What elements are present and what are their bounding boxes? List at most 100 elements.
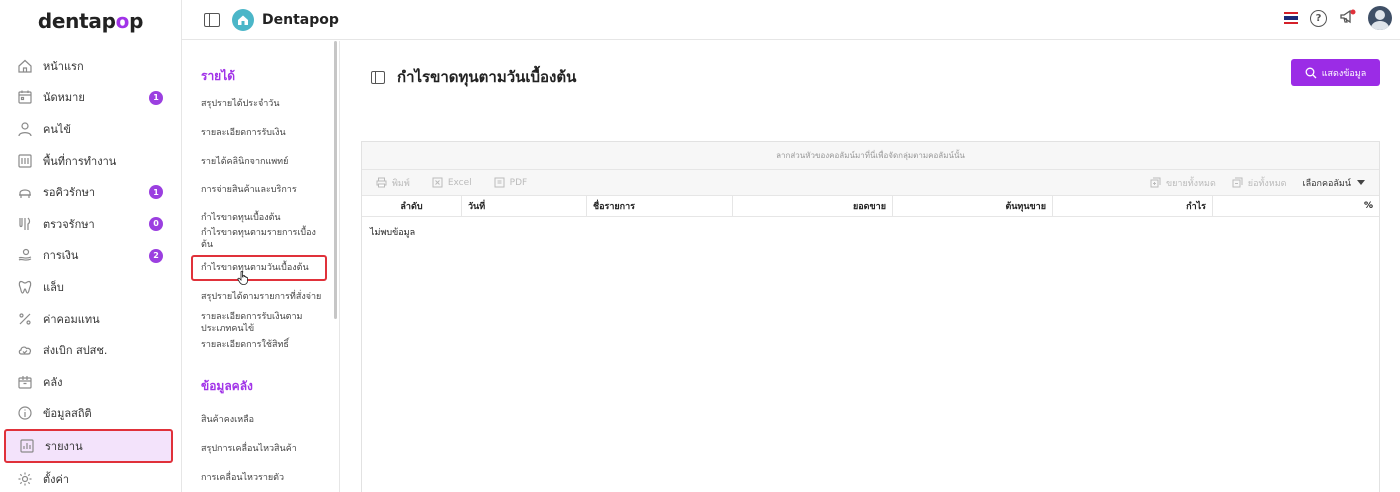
report-item-label: สรุปรายได้ตามรายการที่สั่งจ่าย — [201, 292, 322, 302]
search-icon — [1305, 67, 1317, 78]
dental-tools-icon — [16, 215, 34, 233]
gear-icon — [16, 470, 34, 488]
report-menu-scrollbar[interactable] — [334, 41, 337, 319]
home-icon — [238, 15, 248, 25]
sidebar-item-label: รอคิวรักษา — [43, 186, 96, 200]
report-menu: รายได้ สรุปรายได้ประจำวัน รายละเอียดการรั… — [182, 41, 340, 492]
clinic-logo — [232, 8, 254, 31]
sidebar-item-3[interactable]: คนไข้ — [0, 113, 181, 145]
main-content: กำไรขาดทุนตามวันเบื้องต้น แสดงข้อมูล ลาก… — [341, 41, 1400, 492]
column-header[interactable]: ต้นทุนขาย — [893, 196, 1053, 216]
column-header[interactable]: ชื่อรายการ — [587, 196, 733, 216]
help-icon[interactable]: ? — [1310, 9, 1327, 27]
hand-cursor-icon — [237, 271, 248, 285]
report-item[interactable]: รายได้คลินิกจากแพทย์ — [182, 156, 339, 168]
collapse-all-button[interactable]: ย่อทั้งหมด — [1232, 176, 1287, 190]
column-chooser-dropdown[interactable]: เลือกคอลัมน์ — [1303, 176, 1365, 190]
dental-chair-icon — [16, 183, 34, 201]
expand-icon — [1150, 177, 1161, 188]
pdf-button[interactable]: PDF — [494, 177, 527, 188]
dentapop-logo[interactable]: dentap o p — [0, 0, 181, 42]
sidebar-toggle-icon[interactable] — [204, 12, 220, 27]
sidebar-item-8[interactable]: แล็บ — [0, 271, 181, 303]
report-item[interactable]: รายละเอียดการใช้สิทธิ์ — [182, 339, 339, 351]
tooth-icon — [16, 278, 34, 296]
sidebar-item-label: การเงิน — [43, 249, 79, 263]
column-header[interactable]: วันที่ — [462, 196, 587, 216]
print-label: พิมพ์ — [392, 178, 410, 189]
column-header[interactable]: กำไร — [1053, 196, 1213, 216]
print-button[interactable]: พิมพ์ — [376, 176, 410, 190]
sidebar-item-5[interactable]: รอคิวรักษา 1 — [0, 176, 181, 208]
home-icon — [16, 57, 34, 75]
report-item-label: สรุปรายได้ประจำวัน — [201, 99, 280, 109]
expand-all-button[interactable]: ขยายทั้งหมด — [1150, 176, 1216, 190]
sidebar-item-2[interactable]: นัดหมาย 1 — [0, 82, 181, 114]
percent-icon — [16, 310, 34, 328]
sidebar-item-4[interactable]: พื้นที่การทำงาน — [0, 145, 181, 177]
column-header[interactable]: ลำดับ — [362, 196, 462, 216]
sidebar-item-10[interactable]: ส่งเบิก สปสช. — [0, 334, 181, 366]
count-badge: 1 — [149, 90, 163, 105]
sidebar: dentap o p หน้าแรกนัดหมาย 1 คนไข้พื้นที่การท… — [0, 0, 182, 492]
megaphone-icon[interactable] — [1339, 8, 1356, 29]
report-item[interactable]: กำไรขาดทุนตามวันเบื้องต้น — [191, 255, 327, 285]
report-item[interactable]: กำไรขาดทุนเบื้องต้น — [182, 212, 339, 224]
report-item[interactable]: การเคลื่อนไหวรายตัว — [182, 472, 339, 484]
excel-label: Excel — [447, 177, 472, 188]
top-header: Dentapop ? — [182, 0, 1400, 40]
report-item-label: การจ่ายสินค้าและบริการ — [201, 185, 297, 195]
inventory-icon — [16, 373, 34, 391]
payment-icon — [16, 246, 34, 264]
logo-text-end: p — [129, 9, 144, 33]
sidebar-item-label: ตั้งค่า — [43, 472, 70, 486]
calendar-icon — [16, 88, 34, 106]
sidebar-item-11[interactable]: คลัง — [0, 366, 181, 398]
sidebar-item-label: คนไข้ — [43, 122, 71, 136]
info-icon — [16, 404, 34, 422]
sidebar-item-label: แล็บ — [43, 280, 64, 294]
sidebar-item-label: ส่งเบิก สปสช. — [43, 344, 108, 358]
report-item[interactable]: สินค้าคงเหลือ — [182, 414, 339, 426]
column-header[interactable]: ยอดขาย — [733, 196, 893, 216]
excel-icon — [432, 177, 443, 188]
sidebar-item-14[interactable]: ตั้งค่า — [0, 463, 181, 492]
clinic-name: Dentapop — [262, 11, 339, 28]
column-header[interactable]: % — [1213, 196, 1379, 216]
sidebar-item-7[interactable]: การเงิน 2 — [0, 240, 181, 272]
sidebar-item-9[interactable]: ค่าคอมแทน — [0, 303, 181, 335]
sidebar-item-1[interactable]: หน้าแรก — [0, 50, 181, 82]
show-data-button[interactable]: แสดงข้อมูล — [1291, 59, 1380, 86]
report-item[interactable]: รายละเอียดการรับเงินตามประเภทคนไข้ — [182, 311, 339, 335]
report-item[interactable]: สรุปรายได้ตามรายการที่สั่งจ่าย — [182, 291, 339, 303]
sidebar-item-label: ข้อมูลสถิติ — [43, 407, 92, 421]
sidebar-item-label: ค่าคอมแทน — [43, 312, 100, 326]
count-badge: 2 — [149, 248, 163, 263]
report-item[interactable]: กำไรขาดทุนตามรายการเบื้องต้น — [182, 227, 339, 251]
report-item[interactable]: สรุปรายได้ประจำวัน — [182, 98, 339, 110]
excel-button[interactable]: Excel — [432, 177, 472, 188]
report-item-label: รายละเอียดการรับเงิน — [201, 128, 286, 138]
sidebar-item-label: คลัง — [43, 375, 63, 389]
collapse-icon — [1232, 177, 1243, 188]
page-title: กำไรขาดทุนตามวันเบื้องต้น — [397, 68, 577, 86]
report-item-label: กำไรขาดทุนตามรายการเบื้องต้น — [201, 228, 316, 250]
count-badge: 0 — [149, 216, 163, 231]
avatar[interactable] — [1368, 6, 1392, 30]
toolbar-right: ขยายทั้งหมด ย่อทั้งหมด เลือกคอลัมน์ — [1150, 176, 1365, 190]
report-item[interactable]: รายละเอียดการรับเงิน — [182, 127, 339, 139]
panel-toggle-icon[interactable] — [371, 70, 385, 84]
thai-flag-icon[interactable] — [1284, 12, 1298, 24]
report-item[interactable]: การจ่ายสินค้าและบริการ — [182, 184, 339, 196]
sidebar-item-13[interactable]: รายงาน — [4, 429, 173, 464]
report-item-label: รายได้คลินิกจากแพทย์ — [201, 157, 289, 167]
count-badge: 1 — [149, 185, 163, 200]
group-panel[interactable]: ลากส่วนหัวของคอลัมน์มาที่นี่เพื่อจัดกลุ่… — [362, 142, 1379, 170]
income-report-list: สรุปรายได้ประจำวันรายละเอียดการรับเงินรา… — [182, 98, 339, 351]
expand-all-label: ขยายทั้งหมด — [1166, 178, 1216, 189]
sidebar-item-6[interactable]: ตรวจรักษา 0 — [0, 208, 181, 240]
report-item-label: รายละเอียดการรับเงินตามประเภทคนไข้ — [201, 312, 303, 334]
sidebar-item-label: นัดหมาย — [43, 91, 85, 105]
report-item[interactable]: สรุปการเคลื่อนไหวสินค้า — [182, 443, 339, 455]
sidebar-item-12[interactable]: ข้อมูลสถิติ — [0, 398, 181, 430]
